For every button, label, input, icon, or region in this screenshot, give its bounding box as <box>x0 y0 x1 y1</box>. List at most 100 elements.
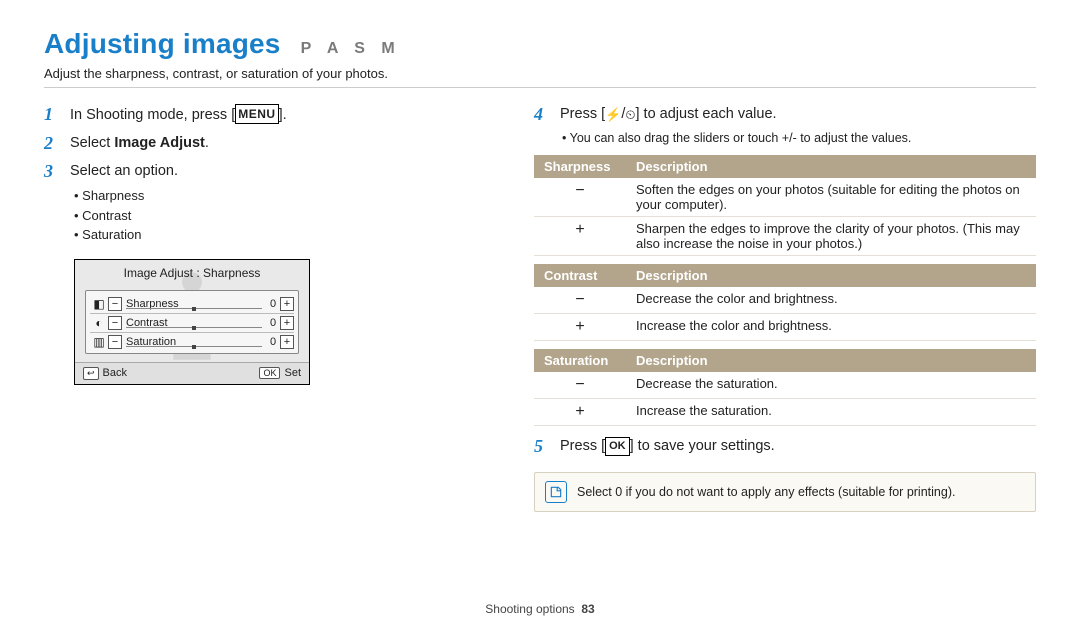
section-name: Shooting options <box>485 602 574 616</box>
table-row: + Sharpen the edges to improve the clari… <box>534 217 1036 256</box>
minus-button[interactable]: − <box>108 316 122 330</box>
page: Adjusting images P A S M Adjust the shar… <box>0 0 1080 630</box>
slider-label: Saturation <box>122 336 266 348</box>
plus-button[interactable]: + <box>280 297 294 311</box>
menu-name: Image Adjust <box>114 135 205 151</box>
slider-label: Sharpness <box>122 298 266 310</box>
desc: Sharpen the edges to improve the clarity… <box>626 217 1036 256</box>
text: . <box>205 135 209 151</box>
sign: + <box>534 217 626 256</box>
tip-box: Select 0 if you do not want to apply any… <box>534 472 1036 512</box>
option-item: Contrast <box>74 206 494 226</box>
title-row: Adjusting images P A S M <box>44 28 1036 60</box>
text: Press [ <box>560 438 605 454</box>
table-row: − Soften the edges on your photos (suita… <box>534 178 1036 217</box>
table-header-row: Sharpness Description <box>534 155 1036 178</box>
slider-panel: ◧ − Sharpness 0 + ◐ − Contrast 0 + ▥ <box>85 290 299 354</box>
slider-value: 0 <box>266 317 280 329</box>
saturation-table: Saturation Description − Decrease the sa… <box>534 349 1036 426</box>
step-3: 3 Select an option. <box>44 161 494 183</box>
back-label: Back <box>103 367 127 379</box>
page-number: 83 <box>581 602 594 616</box>
step-number: 4 <box>534 104 550 126</box>
note-icon <box>545 481 567 503</box>
table-row: + Increase the saturation. <box>534 399 1036 426</box>
sign: − <box>534 372 626 399</box>
slider-row-contrast: ◐ − Contrast 0 + <box>90 313 294 332</box>
text: Select <box>70 135 114 151</box>
page-footer: Shooting options 83 <box>0 602 1080 616</box>
col-sharpness: Sharpness <box>534 155 626 178</box>
note-text: You can also drag the sliders or touch +… <box>562 130 1036 148</box>
slider-thumb[interactable] <box>192 345 196 349</box>
divider <box>44 87 1036 88</box>
step-text: Select Image Adjust. <box>70 133 209 155</box>
minus-button[interactable]: − <box>108 297 122 311</box>
timer-icon: ⏲ <box>625 105 635 125</box>
step-2: 2 Select Image Adjust. <box>44 133 494 155</box>
slider-thumb[interactable] <box>192 307 196 311</box>
page-title: Adjusting images <box>44 28 281 60</box>
step-text: Select an option. <box>70 161 178 183</box>
text: In Shooting mode, press [ <box>70 107 235 123</box>
slider-thumb[interactable] <box>192 326 196 330</box>
desc: Increase the color and brightness. <box>626 314 1036 341</box>
sign: + <box>534 399 626 426</box>
slider-value: 0 <box>266 336 280 348</box>
text: Press [ <box>560 106 605 122</box>
mode-badges: P A S M <box>301 40 401 58</box>
saturation-icon: ▥ <box>90 335 108 349</box>
table-row: + Increase the color and brightness. <box>534 314 1036 341</box>
screen-title: Image Adjust : Sharpness <box>75 260 309 290</box>
slider-row-saturation: ▥ − Saturation 0 + <box>90 332 294 351</box>
sign: − <box>534 287 626 314</box>
option-item: Sharpness <box>74 186 494 206</box>
left-column: 1 In Shooting mode, press [MENU]. 2 Sele… <box>44 98 494 512</box>
table-header-row: Saturation Description <box>534 349 1036 372</box>
desc: Decrease the saturation. <box>626 372 1036 399</box>
table-header-row: Contrast Description <box>534 264 1036 287</box>
col-description: Description <box>626 155 1036 178</box>
step-4-note: You can also drag the sliders or touch +… <box>562 130 1036 148</box>
ok-icon: OK <box>259 367 280 379</box>
step-4: 4 Press [⚡/⏲] to adjust each value. <box>534 104 1036 126</box>
ok-button-icon: OK <box>605 437 630 456</box>
text: ]. <box>279 107 287 123</box>
slider-row-sharpness: ◧ − Sharpness 0 + <box>90 295 294 313</box>
table-row: − Decrease the color and brightness. <box>534 287 1036 314</box>
step-5: 5 Press [OK] to save your settings. <box>534 436 1036 458</box>
option-list: Sharpness Contrast Saturation <box>74 186 494 245</box>
slider-label: Contrast <box>122 317 266 329</box>
step-text: Press [⚡/⏲] to adjust each value. <box>560 104 777 126</box>
desc: Decrease the color and brightness. <box>626 287 1036 314</box>
desc: Increase the saturation. <box>626 399 1036 426</box>
option-item: Saturation <box>74 225 494 245</box>
ok-label: Set <box>284 367 301 379</box>
back-control[interactable]: ↩ Back <box>83 367 127 380</box>
sharpness-icon: ◧ <box>90 297 108 311</box>
col-description: Description <box>626 264 1036 287</box>
plus-button[interactable]: + <box>280 316 294 330</box>
tip-text: Select 0 if you do not want to apply any… <box>577 485 955 499</box>
columns: 1 In Shooting mode, press [MENU]. 2 Sele… <box>44 98 1036 512</box>
desc: Soften the edges on your photos (suitabl… <box>626 178 1036 217</box>
col-contrast: Contrast <box>534 264 626 287</box>
subtitle: Adjust the sharpness, contrast, or satur… <box>44 66 1036 81</box>
step-number: 2 <box>44 133 60 155</box>
contrast-table: Contrast Description − Decrease the colo… <box>534 264 1036 341</box>
step-number: 3 <box>44 161 60 183</box>
sign: − <box>534 178 626 217</box>
ok-control[interactable]: OK Set <box>259 367 301 380</box>
step-1: 1 In Shooting mode, press [MENU]. <box>44 104 494 127</box>
minus-button[interactable]: − <box>108 335 122 349</box>
step-text: Press [OK] to save your settings. <box>560 436 775 458</box>
col-saturation: Saturation <box>534 349 626 372</box>
step-text: In Shooting mode, press [MENU]. <box>70 104 287 127</box>
table-row: − Decrease the saturation. <box>534 372 1036 399</box>
text: ] to save your settings. <box>630 438 775 454</box>
menu-button-icon: MENU <box>235 104 278 124</box>
col-description: Description <box>626 349 1036 372</box>
text: ] to adjust each value. <box>635 106 776 122</box>
plus-button[interactable]: + <box>280 335 294 349</box>
screen-footer: ↩ Back OK Set <box>75 362 309 384</box>
